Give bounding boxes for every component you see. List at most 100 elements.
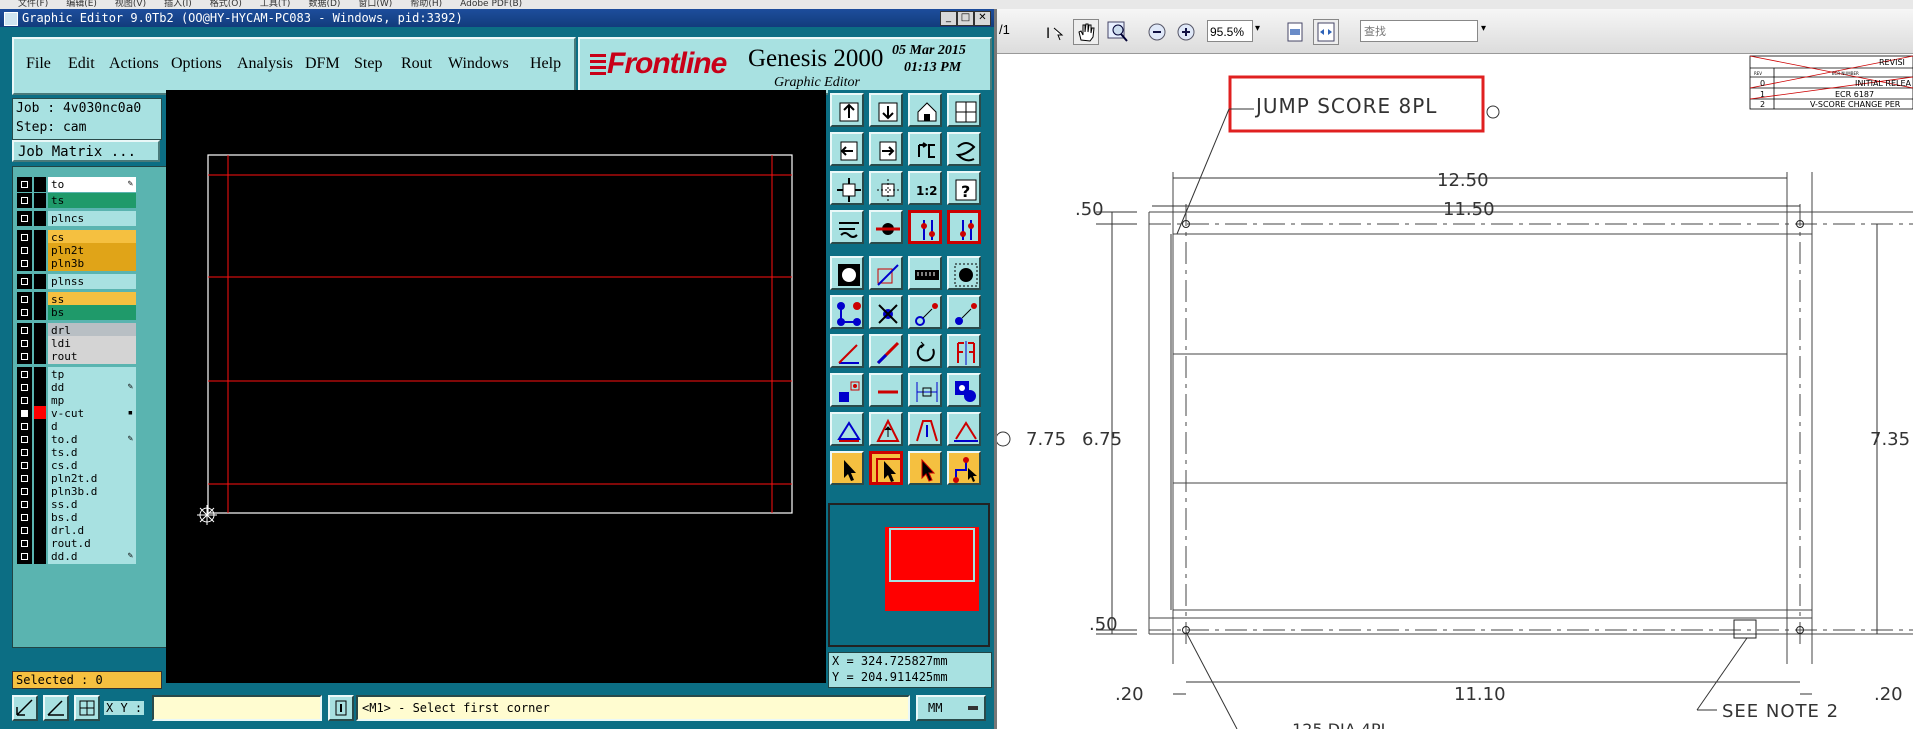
copy-objects-icon[interactable] [947,373,981,407]
layer-name[interactable]: to ✎ [48,177,136,192]
zoom-level-input[interactable]: 95.5% [1207,20,1253,42]
select-area-icon[interactable] [869,256,903,290]
pointer-alt-icon[interactable] [908,451,942,485]
layer-row-bs[interactable]: bs [15,305,137,320]
maximize-button[interactable]: □ [957,11,974,26]
info-icon[interactable] [328,695,354,721]
pointer-icon[interactable] [830,451,864,485]
layer-checkbox[interactable] [17,256,32,271]
layer-color-swatch[interactable] [34,305,46,320]
triangle-icon[interactable] [830,412,864,446]
menu-step[interactable]: Step [354,55,382,73]
layer-checkbox[interactable] [17,177,32,192]
layer-color-swatch[interactable] [34,211,46,226]
layer-checkbox[interactable] [17,274,32,289]
arrow-node-alt-icon[interactable] [947,295,981,329]
layer-name[interactable]: rout [48,349,136,364]
pointer-route-icon[interactable] [947,451,981,485]
layer-row-dd.d[interactable]: dd.d ✎ [15,549,137,564]
rotate-icon[interactable] [908,334,942,368]
layer-checkbox[interactable] [17,193,32,208]
triangle-cut-icon[interactable] [908,412,942,446]
minimize-button[interactable]: _ [940,11,957,26]
layer-name[interactable]: bs [48,305,136,320]
menu-file[interactable]: File [26,55,51,73]
layer-color-swatch[interactable] [34,349,46,364]
angle-line-icon[interactable] [830,334,864,368]
graphic-canvas[interactable] [166,90,826,683]
menu-windows[interactable]: Windows [448,55,509,73]
hand-tool-icon[interactable] [1073,19,1099,45]
zoom-in-icon[interactable] [1173,19,1199,45]
layer-color-swatch[interactable] [34,177,46,192]
pad-icon[interactable] [869,210,903,244]
layer-color-swatch[interactable] [34,274,46,289]
zoom-fit-icon[interactable] [869,171,903,205]
genesis-title-bar[interactable]: Graphic Editor 9.0Tb2 (OO@HY-HYCAM-PC083… [0,9,994,27]
menu-dfm[interactable]: DFM [305,55,340,73]
menu-analysis[interactable]: Analysis [237,55,293,73]
home-icon[interactable] [908,93,942,127]
import-icon[interactable] [869,93,903,127]
snap-icon[interactable] [12,695,38,721]
slide-right-icon[interactable] [869,132,903,166]
layer-row-ts[interactable]: ts [15,193,137,208]
slide-left-icon[interactable] [830,132,864,166]
layer-name[interactable]: ts [48,193,136,208]
zoom-out-icon[interactable] [1144,19,1170,45]
pointer-boxed-icon[interactable] [869,451,903,485]
overview-map[interactable] [828,503,990,647]
mirror-icon[interactable] [947,334,981,368]
dimension-icon[interactable] [908,373,942,407]
snap-icon[interactable] [947,132,981,166]
window-icon[interactable] [947,93,981,127]
layer-row-to[interactable]: to ✎ [15,177,137,192]
find-input[interactable]: 查找 [1360,20,1478,42]
help-query-icon[interactable]: ? [947,171,981,205]
dotted-circle-icon[interactable] [947,256,981,290]
zoom-tool-icon[interactable] [1105,19,1131,45]
unit-selector[interactable]: MM [916,695,986,721]
layer-row-plncs[interactable]: plncs [15,211,137,226]
layer-name[interactable]: plncs [48,211,136,226]
arrow-node-icon[interactable] [908,295,942,329]
find-dropdown-icon[interactable]: ▾ [1481,23,1486,34]
move-square-icon[interactable] [830,373,864,407]
layer-color-swatch[interactable] [34,193,46,208]
export-icon[interactable] [830,93,864,127]
scale-1to2-icon[interactable]: 1:2 [908,171,942,205]
layer-name[interactable]: dd.d ✎ [48,549,136,564]
layer-name[interactable]: pln3b [48,256,136,271]
menu-help[interactable]: Help [530,55,561,73]
grid-icon[interactable] [74,695,100,721]
close-button[interactable]: ✕ [974,11,991,26]
circle-pad-icon[interactable] [830,256,864,290]
triangle-extend-icon[interactable] [947,412,981,446]
layer-color-swatch[interactable] [34,549,46,564]
job-matrix-button[interactable]: Job Matrix ... [12,140,160,162]
triangle-arrow-icon[interactable] [869,412,903,446]
xy-input[interactable] [152,695,322,721]
layer-checkbox[interactable] [17,211,32,226]
layer-row-plnss[interactable]: plnss [15,274,137,289]
diagonal-line-icon[interactable] [869,334,903,368]
layer-checkbox[interactable] [17,549,32,564]
net-highlight-alt-icon[interactable] [947,210,981,244]
ruler-icon[interactable] [908,256,942,290]
line-minus-icon[interactable] [869,373,903,407]
cross-delete-icon[interactable] [869,295,903,329]
connect-nodes-icon[interactable] [830,295,864,329]
text-select-icon[interactable]: I [1042,19,1068,45]
layer-name[interactable]: plnss [48,274,136,289]
layer-checkbox[interactable] [17,305,32,320]
fit-page-icon[interactable] [1282,19,1308,45]
fit-icon[interactable] [830,171,864,205]
undo-redo-icon[interactable] [908,132,942,166]
angle-icon[interactable] [43,695,69,721]
layer-color-swatch[interactable] [34,256,46,271]
menu-actions[interactable]: Actions [109,55,159,73]
zoom-dropdown-icon[interactable]: ▾ [1255,23,1260,34]
layer-row-pln3b[interactable]: pln3b [15,256,137,271]
net-highlight-icon[interactable] [908,210,942,244]
menu-rout[interactable]: Rout [401,55,432,73]
